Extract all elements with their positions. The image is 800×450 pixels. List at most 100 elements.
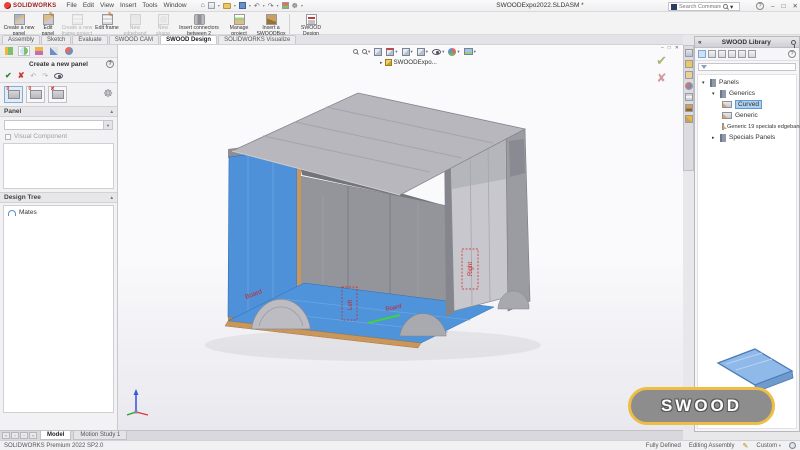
swoodbox-icon xyxy=(266,14,277,25)
save-icon[interactable] xyxy=(239,2,246,9)
home-icon[interactable]: ⌂ xyxy=(201,2,205,9)
library-help-icon[interactable]: ? xyxy=(788,50,796,58)
panel-section-header[interactable]: Panel ▴ xyxy=(0,106,117,117)
menu-view[interactable]: View xyxy=(100,2,114,9)
edit-sketch-icon[interactable]: ✎ xyxy=(743,442,749,450)
featuremanager-tree-tab[interactable] xyxy=(3,46,15,56)
feature-manager-tabs xyxy=(0,45,117,58)
undo-icon[interactable]: ↶ xyxy=(254,2,260,10)
file-explorer-icon[interactable] xyxy=(685,71,693,79)
tab-assembly[interactable]: Assembly xyxy=(2,35,40,44)
tab-swood-cam[interactable]: SWOOD CAM xyxy=(109,35,159,44)
ok-button[interactable]: ✔ xyxy=(5,71,12,80)
options-gear-icon[interactable]: ☸ xyxy=(292,2,298,10)
tab-evaluate[interactable]: Evaluate xyxy=(72,35,107,44)
expander-icon[interactable]: ▾ xyxy=(712,91,717,97)
new-document-icon[interactable] xyxy=(208,2,215,9)
propertymanager-tab[interactable] xyxy=(18,46,30,56)
search-caret-icon[interactable]: ▾ xyxy=(730,3,733,11)
minimize-button[interactable]: – xyxy=(771,3,775,10)
close-button[interactable]: ✕ xyxy=(793,2,798,10)
design-tree-item-mates[interactable]: Mates xyxy=(6,208,111,217)
expander-icon[interactable]: ▸ xyxy=(712,135,717,141)
tab-scroll-last-icon[interactable]: ›› xyxy=(29,432,37,439)
rebuild-icon[interactable] xyxy=(282,2,289,9)
panel-settings-gear-icon[interactable]: ☸ xyxy=(103,89,113,100)
solidworks-resources-icon[interactable] xyxy=(685,49,693,57)
graphics-viewport[interactable]: ▾ ▾ ▾ ▾ ▾ ▾ ▾ – □ ✕ ▸ SWOODExpo... ✔ ✘ xyxy=(118,45,683,430)
library-refresh-icon[interactable] xyxy=(738,50,746,58)
van-3d-model[interactable]: Board Left Board Right xyxy=(118,45,683,430)
library-node-generics[interactable]: ▾ Generics xyxy=(699,88,795,99)
custom-dropdown[interactable]: Custom ▾ xyxy=(756,443,781,449)
coordinate-triad xyxy=(124,388,150,416)
edit-panel-icon xyxy=(43,14,54,25)
custom-properties-icon[interactable] xyxy=(685,93,693,101)
panel-mode-new-button[interactable] xyxy=(4,86,23,103)
edit-frame-button[interactable]: Edit frame xyxy=(94,13,120,33)
panel-help-icon[interactable]: ? xyxy=(106,60,114,68)
help-icon[interactable]: ? xyxy=(756,2,764,10)
tab-solidworks-visualize[interactable]: SOLIDWORKS Visualize xyxy=(218,35,296,44)
search-scope-icon[interactable] xyxy=(671,4,677,10)
tab-swood-design[interactable]: SWOOD Design xyxy=(160,35,217,44)
library-options-icon[interactable] xyxy=(748,50,756,58)
tab-sketch[interactable]: Sketch xyxy=(41,35,71,44)
library-node-panels[interactable]: ▾ Panels xyxy=(699,77,795,88)
search-icon[interactable] xyxy=(723,4,728,9)
configurations-tab[interactable] xyxy=(33,46,45,56)
search-commands-box[interactable]: ▾ xyxy=(668,2,740,11)
pin-icon[interactable] xyxy=(791,40,796,45)
library-item-curved[interactable]: Curved xyxy=(699,99,795,110)
menu-insert[interactable]: Insert xyxy=(120,2,136,9)
status-version: SOLIDWORKS Premium 2022 SP2.0 xyxy=(4,443,103,449)
design-library-icon[interactable] xyxy=(685,60,693,68)
window-controls: ? – □ ✕ xyxy=(756,0,798,12)
reporting-icon xyxy=(306,14,317,25)
unit-system-icon[interactable] xyxy=(789,442,796,449)
library-add-icon[interactable] xyxy=(728,50,736,58)
library-filter-input[interactable] xyxy=(709,64,793,70)
preview-eye-icon[interactable] xyxy=(54,73,63,79)
design-tree-section-header[interactable]: Design Tree ▴ xyxy=(0,192,117,203)
restore-button[interactable]: □ xyxy=(782,3,786,10)
tab-scroll-next-icon[interactable]: › xyxy=(20,432,28,439)
panel-mode-copy-button[interactable] xyxy=(26,86,45,103)
tab-scroll-prev-icon[interactable]: ‹ xyxy=(11,432,19,439)
cancel-button[interactable]: ✘ xyxy=(18,71,25,80)
design-tree-area: Mates xyxy=(3,205,114,413)
library-view-details-icon[interactable] xyxy=(718,50,726,58)
dassault-logo-icon xyxy=(4,2,11,9)
tab-scroll-first-icon[interactable]: ‹‹ xyxy=(2,432,10,439)
menu-window[interactable]: Window xyxy=(163,2,186,9)
search-input[interactable] xyxy=(679,4,721,10)
folder-icon xyxy=(720,134,726,142)
swood-boxes-tab-icon[interactable] xyxy=(685,115,693,123)
panel-selection-list[interactable] xyxy=(3,143,114,189)
open-icon[interactable] xyxy=(223,3,231,9)
swood-library-tab-icon[interactable] xyxy=(685,104,693,112)
panel-type-dropdown[interactable]: ▾ xyxy=(4,120,113,130)
propertymanager-icon xyxy=(20,47,28,55)
displaymanager-tab[interactable] xyxy=(63,46,75,56)
menu-edit[interactable]: Edit xyxy=(83,2,94,9)
dimxpert-tab[interactable] xyxy=(48,46,60,56)
redo-icon[interactable]: ↷ xyxy=(268,2,274,10)
library-item-generic19[interactable]: Generic 19 specials edgebands xyxy=(699,121,795,132)
dropdown-caret-icon[interactable]: ▾ xyxy=(103,121,112,129)
library-view-thumbnails-icon[interactable] xyxy=(698,50,706,58)
library-node-specials[interactable]: ▸ Specials Panels xyxy=(699,132,795,143)
library-filter[interactable] xyxy=(698,63,796,71)
library-item-generic[interactable]: Generic xyxy=(699,110,795,121)
appearances-icon[interactable] xyxy=(685,82,693,90)
menu-tools[interactable]: Tools xyxy=(142,2,157,9)
menu-file[interactable]: File xyxy=(66,2,76,9)
visual-component-checkbox[interactable] xyxy=(5,134,11,140)
collapse-caret-icon[interactable]: ▴ xyxy=(110,109,113,115)
model-tab[interactable]: Model xyxy=(40,431,71,440)
expander-icon[interactable]: ▾ xyxy=(702,80,707,86)
motion-study-tab[interactable]: Motion Study 1 xyxy=(73,431,127,440)
panel-mode-delete-button[interactable] xyxy=(48,86,67,103)
library-view-list-icon[interactable] xyxy=(708,50,716,58)
collapse-caret-icon[interactable]: ▴ xyxy=(110,195,113,201)
